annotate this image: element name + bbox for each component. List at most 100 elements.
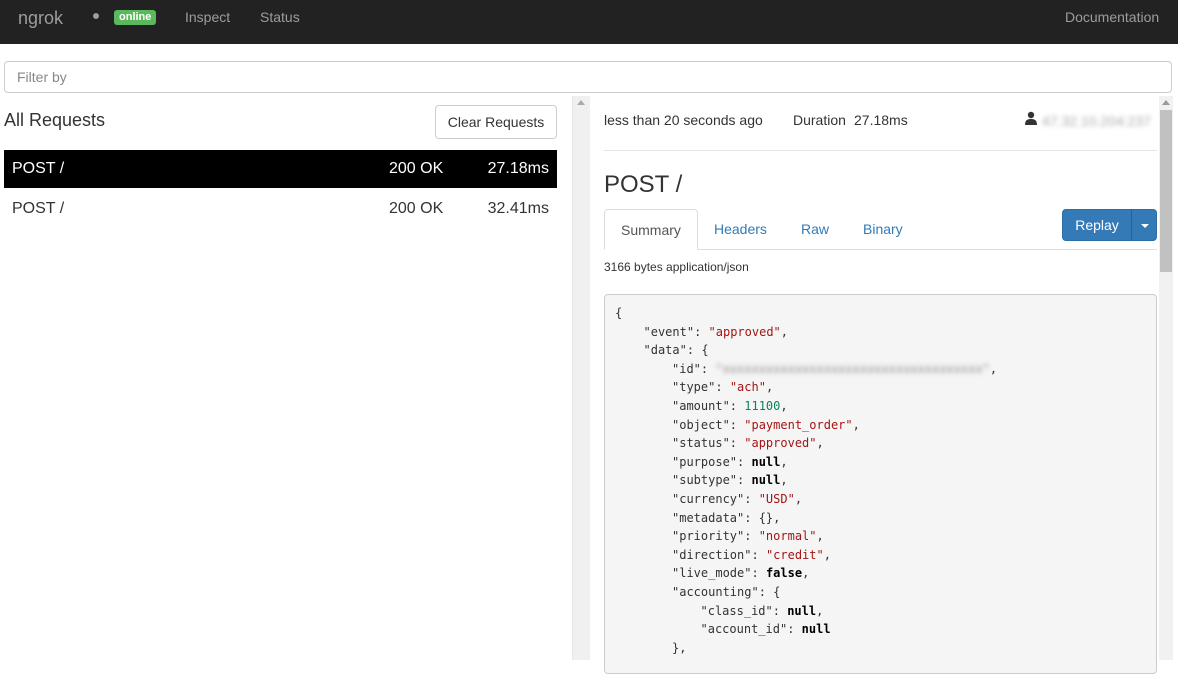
json-line: "event": "approved", (644, 325, 789, 339)
json-punctuation: , (823, 547, 831, 562)
json-line: "id": "xxxxxxxxxxxxxxxxxxxxxxxxxxxxxxxxx… (672, 362, 997, 376)
json-separator: : (737, 454, 752, 469)
json-punctuation: , (794, 492, 803, 506)
json-body: {"event": "approved", "data": {"id": "xxx… (604, 294, 1157, 674)
brand-logo[interactable]: ngrok (18, 8, 63, 29)
json-key: "data" (643, 343, 687, 358)
json-value: { (701, 343, 709, 358)
request-duration: 32.41ms (487, 200, 549, 217)
json-key: "id" (672, 361, 701, 376)
json-separator: : (737, 473, 752, 488)
json-value: null (751, 473, 781, 488)
json-punctuation: , (765, 380, 774, 395)
duration-label: Duration (793, 112, 846, 128)
nav-documentation[interactable]: Documentation (1065, 9, 1159, 25)
json-punctuation: , (679, 640, 687, 655)
nav-status[interactable]: Status (260, 9, 300, 25)
json-value: "approved" (708, 324, 781, 339)
json-punctuation: , (816, 529, 824, 544)
json-separator: : (772, 603, 788, 618)
nav-inspect[interactable]: Inspect (185, 9, 230, 25)
status-dot-icon (93, 13, 99, 19)
json-separator: : (729, 417, 745, 432)
json-line: "priority": "normal", (672, 529, 824, 543)
json-key: "status" (672, 436, 730, 451)
requests-title: All Requests (4, 110, 106, 130)
scroll-up-icon[interactable] (1162, 100, 1170, 105)
request-method-path: POST / (12, 200, 65, 217)
tab-binary[interactable]: Binary (847, 209, 919, 249)
json-separator: : (787, 622, 802, 637)
json-value: "credit" (765, 547, 824, 562)
json-separator: : (700, 361, 716, 376)
clear-requests-button[interactable]: Clear Requests (435, 105, 557, 139)
json-key: "live_mode" (672, 566, 752, 581)
tab-headers[interactable]: Headers (698, 209, 783, 249)
json-punctuation: , (816, 603, 824, 618)
json-line: "amount": 11100, (672, 399, 788, 413)
json-line: { (615, 306, 622, 320)
json-key: "direction" (672, 547, 752, 562)
json-line: "data": { (644, 343, 709, 357)
json-key: "object" (672, 417, 730, 432)
json-value: false (765, 566, 803, 581)
json-value: {} (758, 510, 774, 525)
json-separator: : (744, 492, 759, 506)
scroll-up-icon[interactable] (577, 100, 585, 105)
tab-summary[interactable]: Summary (604, 209, 698, 250)
json-line: "currency": "USD", (672, 492, 802, 506)
json-key: "purpose" (672, 454, 738, 469)
duration-value: 27.18ms (854, 112, 908, 128)
body-size-info: 3166 bytes application/json (604, 260, 749, 274)
json-line: "direction": "credit", (672, 548, 831, 562)
json-separator: : (751, 566, 766, 581)
json-separator: : (758, 585, 774, 599)
json-line: }, (672, 641, 686, 655)
status-badge: online (114, 10, 157, 25)
json-value: null (751, 454, 781, 469)
request-row[interactable]: POST / 200 OK 27.18ms (4, 150, 557, 188)
tab-raw[interactable]: Raw (785, 209, 845, 249)
json-value: "payment_order" (744, 417, 853, 432)
json-punctuation: , (780, 454, 788, 469)
json-separator: : (686, 343, 702, 358)
json-punctuation: , (780, 399, 788, 413)
json-line: "type": "ach", (672, 380, 773, 394)
json-value: "ach" (729, 380, 766, 395)
json-value: 11100 (744, 399, 781, 413)
json-line: "accounting": { (672, 585, 780, 599)
scrollbar[interactable] (1159, 96, 1173, 660)
json-line: "object": "payment_order", (672, 418, 860, 432)
json-key: "subtype" (672, 473, 738, 488)
request-time-ago: less than 20 seconds ago (604, 112, 763, 128)
json-value: "xxxxxxxxxxxxxxxxxxxxxxxxxxxxxxxxxxxx" (715, 361, 990, 376)
json-line: "class_id": null, (701, 604, 824, 618)
json-punctuation: , (816, 436, 824, 451)
request-row[interactable]: POST / 200 OK 32.41ms (4, 190, 557, 228)
json-key: "type" (672, 380, 716, 395)
json-line: "live_mode": false, (672, 566, 809, 580)
request-status: 200 OK (389, 160, 444, 177)
json-key: "class_id" (700, 603, 773, 618)
replay-dropdown-icon[interactable] (1131, 209, 1157, 241)
json-separator: : (744, 529, 759, 544)
divider (604, 150, 1157, 151)
json-value: null (787, 603, 817, 618)
json-separator: : (715, 380, 730, 395)
json-key: "metadata" (672, 510, 745, 525)
filter-input[interactable] (4, 61, 1172, 93)
json-value: "approved" (744, 436, 817, 451)
json-value: { (615, 306, 623, 320)
json-key: "account_id" (700, 622, 788, 637)
json-value: { (773, 585, 781, 599)
json-separator: : (729, 436, 745, 451)
panel-divider[interactable] (572, 96, 590, 660)
json-line: "status": "approved", (672, 436, 824, 450)
json-line: "subtype": null, (672, 473, 788, 487)
json-punctuation: , (780, 473, 788, 488)
json-key: "amount" (672, 399, 730, 413)
replay-button[interactable]: Replay (1062, 209, 1132, 241)
scrollbar-thumb[interactable] (1160, 110, 1172, 272)
json-separator: : (751, 547, 766, 562)
json-separator: : (694, 324, 709, 339)
